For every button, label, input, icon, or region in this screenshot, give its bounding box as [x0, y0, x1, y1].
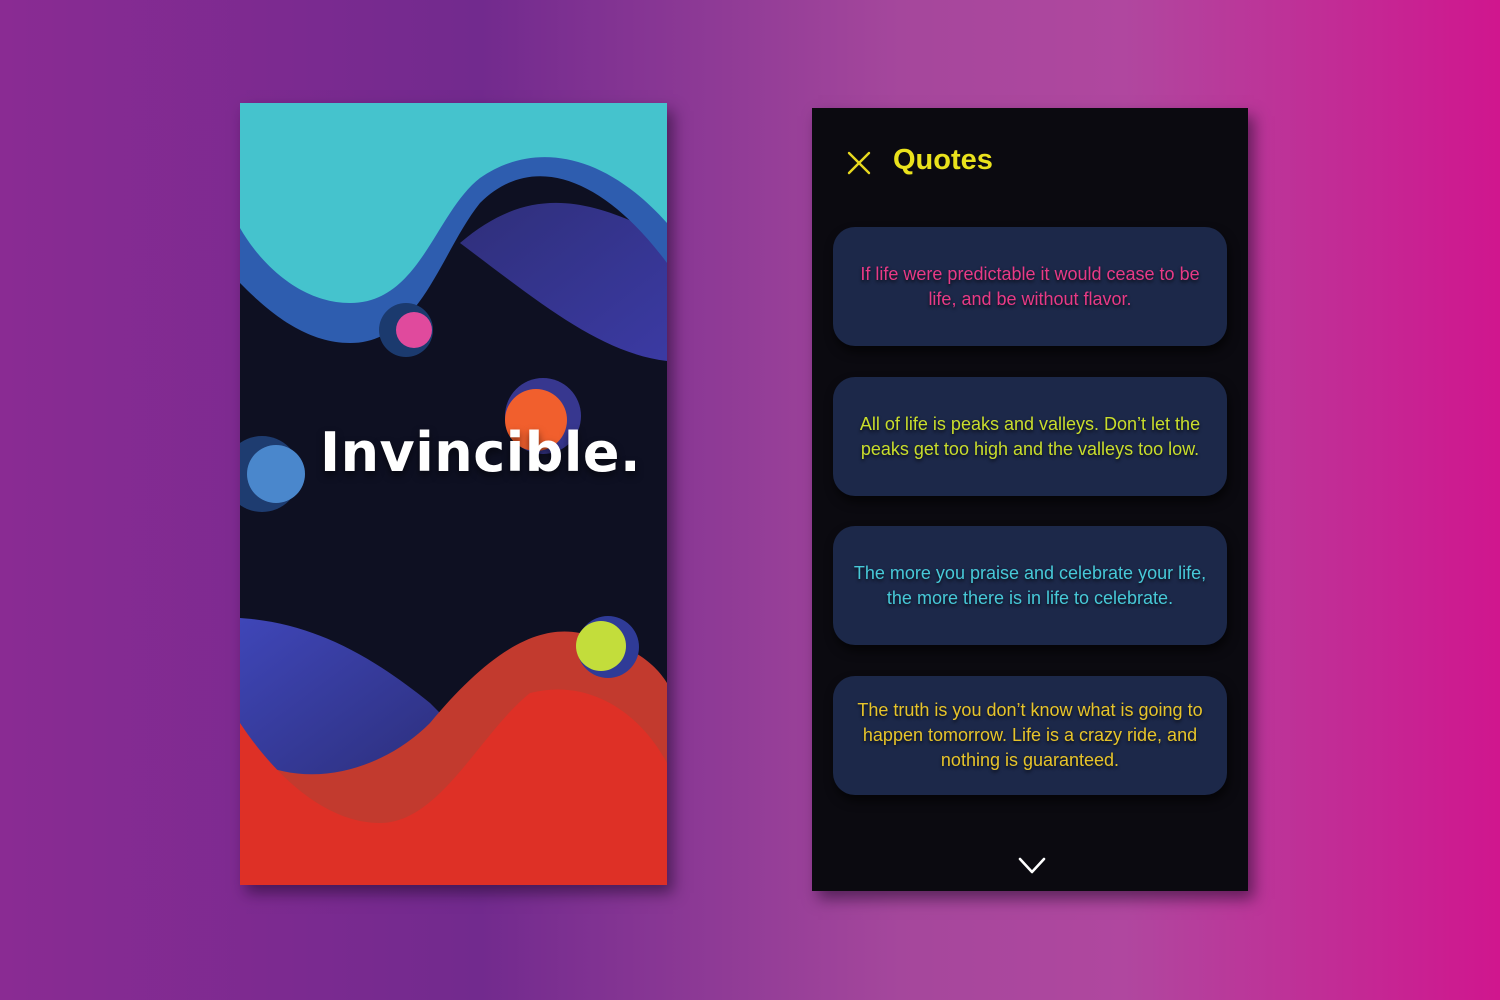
quotes-screen: Quotes If life were predictable it would…: [812, 108, 1248, 891]
close-icon[interactable]: [846, 150, 872, 176]
page-title: Quotes: [893, 144, 993, 176]
pink-dot: [396, 312, 432, 348]
quote-card[interactable]: The more you praise and celebrate your l…: [833, 526, 1227, 645]
chevron-down-icon[interactable]: [1016, 855, 1048, 877]
app-title: Invincible.: [320, 421, 642, 484]
quote-text: If life were predictable it would cease …: [860, 263, 1200, 309]
top-deep-wave: [460, 202, 667, 361]
quote-card[interactable]: All of life is peaks and valleys. Don’t …: [833, 377, 1227, 496]
quote-text: All of life is peaks and valleys. Don’t …: [859, 413, 1201, 459]
splash-screen: Invincible.: [240, 103, 667, 885]
quote-text: The more you praise and celebrate your l…: [853, 562, 1207, 608]
splash-artwork: [240, 103, 667, 885]
quote-text: The truth is you don’t know what is goin…: [857, 700, 1203, 770]
blue-dot: [247, 445, 305, 503]
quote-card[interactable]: The truth is you don’t know what is goin…: [833, 676, 1227, 795]
quote-card[interactable]: If life were predictable it would cease …: [833, 227, 1227, 346]
lime-dot: [576, 621, 626, 671]
